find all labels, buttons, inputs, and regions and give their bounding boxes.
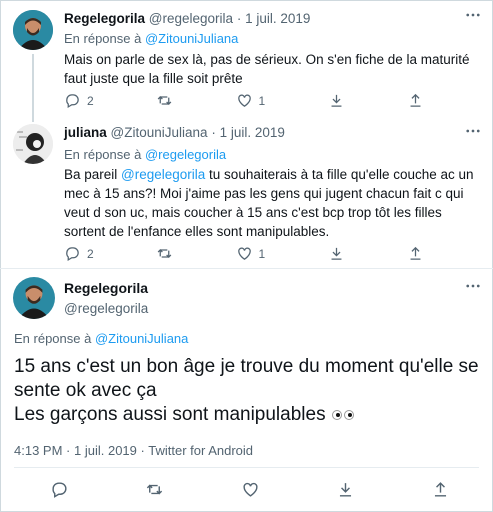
handle[interactable]: @regelegorila	[149, 11, 233, 26]
separator: ·	[236, 11, 242, 26]
display-name[interactable]: Regelegorila	[64, 11, 145, 26]
share-icon	[434, 482, 447, 497]
like-count: 1	[258, 246, 266, 261]
reply-button[interactable]: 2	[64, 245, 94, 262]
tweet-actions: 2 1	[64, 245, 424, 262]
mention-link[interactable]: @regelegorila	[121, 167, 205, 182]
thread-line	[32, 54, 34, 122]
handle[interactable]: @regelegorila	[64, 301, 148, 316]
divider	[14, 467, 479, 468]
tweet-date[interactable]: 1 juil. 2019	[74, 443, 137, 458]
like-icon	[237, 94, 251, 107]
reply-icon	[66, 94, 79, 109]
share-icon	[410, 93, 421, 107]
retweet-icon	[157, 96, 172, 105]
reply-icon	[52, 482, 67, 498]
reply-button[interactable]: 2	[64, 92, 94, 109]
bookmark-icon	[339, 483, 351, 497]
like-button[interactable]: 1	[236, 92, 266, 109]
main-tweet-actions	[50, 480, 450, 499]
tweet-meta: 4:13 PM · 1 juil. 2019 · Twitter for And…	[14, 443, 254, 458]
tweet-date[interactable]: 1 juil. 2019	[245, 11, 310, 26]
retweet-button[interactable]	[156, 245, 173, 262]
retweet-button[interactable]	[145, 480, 164, 499]
avatar[interactable]	[13, 10, 53, 50]
retweet-icon	[157, 249, 172, 258]
share-button[interactable]	[407, 245, 424, 262]
separator: ·	[211, 125, 216, 140]
display-name[interactable]: Regelegorila	[64, 280, 148, 296]
like-icon	[242, 482, 258, 497]
tweet-text-line-1: 15 ans c'est un bon âge je trouve du mom…	[14, 356, 479, 401]
reply-button[interactable]	[50, 480, 69, 499]
tweet-1[interactable]: Regelegorila @regelegorila · 1 juil. 201…	[0, 0, 493, 122]
reply-prefix: En réponse à	[14, 331, 92, 346]
like-count: 1	[258, 93, 266, 108]
reply-icon	[66, 247, 79, 262]
tweet-actions: 2 1	[64, 92, 424, 109]
like-button[interactable]	[241, 480, 260, 499]
tweet-2[interactable]: juliana @ZitouniJuliana · 1 juil. 2019 E…	[0, 118, 493, 268]
retweet-button[interactable]	[156, 92, 173, 109]
reply-context: En réponse à @ZitouniJuliana	[14, 331, 188, 346]
tweet-header: juliana @ZitouniJuliana · 1 juil. 2019	[64, 125, 285, 140]
reply-context: En réponse à @regelegorila	[64, 147, 226, 162]
more-icon[interactable]	[464, 122, 482, 145]
reply-to-link[interactable]: @ZitouniJuliana	[95, 331, 188, 346]
reply-to-link[interactable]: @ZitouniJuliana	[145, 31, 238, 46]
share-button[interactable]	[431, 480, 450, 499]
more-icon[interactable]	[464, 277, 482, 300]
share-button[interactable]	[407, 92, 424, 109]
bookmark-button[interactable]	[328, 245, 345, 262]
main-tweet: Regelegorila @regelegorila En réponse à …	[0, 269, 493, 510]
reply-prefix: En réponse à	[64, 31, 142, 46]
display-name[interactable]: juliana	[64, 125, 107, 140]
like-button[interactable]: 1	[236, 245, 266, 262]
reply-to-link[interactable]: @regelegorila	[145, 147, 226, 162]
reply-context: En réponse à @ZitouniJuliana	[64, 31, 238, 46]
reply-prefix: En réponse à	[64, 147, 142, 162]
bookmark-icon	[331, 94, 342, 107]
tweet-text: Mais on parle de sex là, pas de sérieux.…	[64, 52, 470, 86]
reply-count: 2	[87, 246, 94, 261]
like-icon	[237, 247, 251, 260]
retweet-icon	[147, 484, 163, 495]
tweet-text-line-2: Les garçons aussi sont manipulables	[14, 403, 484, 427]
tweet-source[interactable]: Twitter for Android	[148, 443, 253, 458]
bookmark-icon	[331, 247, 342, 260]
avatar[interactable]	[13, 124, 53, 164]
text-prefix: Ba pareil	[64, 167, 122, 182]
tweet-header: Regelegorila @regelegorila · 1 juil. 201…	[64, 11, 310, 26]
tweet-time[interactable]: 4:13 PM	[14, 443, 62, 458]
avatar[interactable]	[13, 277, 55, 319]
tweet-date[interactable]: 1 juil. 2019	[220, 125, 285, 140]
bookmark-button[interactable]	[336, 480, 355, 499]
eyes-emoji-icon	[331, 403, 356, 427]
bookmark-button[interactable]	[328, 92, 345, 109]
share-icon	[410, 246, 421, 260]
tweet-text: Ba pareil @regelegorila tu souhaiterais …	[64, 165, 484, 241]
more-icon[interactable]	[464, 6, 482, 29]
handle[interactable]: @ZitouniJuliana	[111, 125, 208, 140]
reply-count: 2	[87, 93, 94, 108]
tweet-text: 15 ans c'est un bon âge je trouve du mom…	[14, 355, 484, 427]
